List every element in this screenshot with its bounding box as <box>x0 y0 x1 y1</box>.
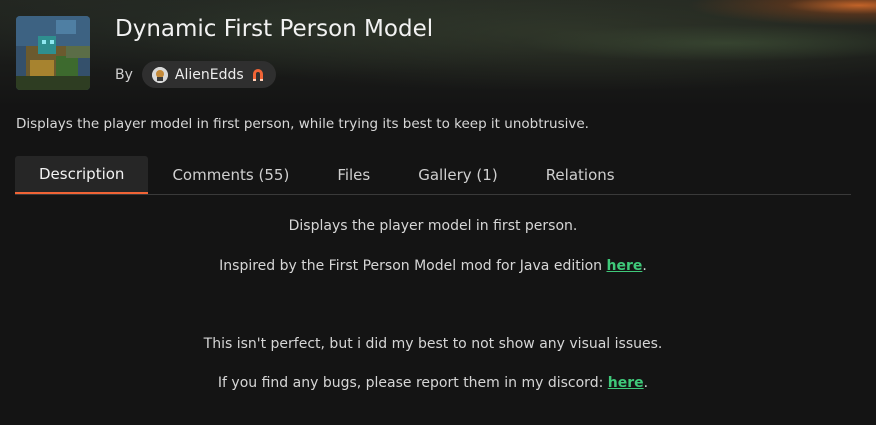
discord-link[interactable]: here <box>608 375 644 391</box>
tab-files[interactable]: Files <box>313 156 394 194</box>
description-text: Inspired by the First Person Model mod f… <box>219 258 607 274</box>
description-line: Inspired by the First Person Model mod f… <box>15 256 851 276</box>
tab-bar: Description Comments (55) Files Gallery … <box>15 156 851 195</box>
project-thumbnail[interactable] <box>16 16 90 90</box>
description-line: Displays the player model in first perso… <box>288 218 578 234</box>
author-chip[interactable]: AlienEdds <box>141 61 276 88</box>
description-line: If you find any bugs, please report them… <box>15 373 851 393</box>
tab-description[interactable]: Description <box>15 156 149 194</box>
description-text: . <box>643 375 649 391</box>
project-title: Dynamic First Person Model <box>115 16 434 42</box>
description-text: If you find any bugs, please report them… <box>217 375 608 391</box>
java-mod-link[interactable]: here <box>607 258 643 274</box>
tab-gallery[interactable]: Gallery (1) <box>394 156 521 194</box>
description-text: . <box>642 258 647 274</box>
by-label: By <box>115 66 133 83</box>
tab-relations[interactable]: Relations <box>522 156 639 194</box>
description-line: This isn't perfect, but i did my best to… <box>203 336 663 352</box>
byline: By AlienEdds <box>115 61 276 88</box>
tab-comments[interactable]: Comments (55) <box>148 156 313 194</box>
project-summary: Displays the player model in first perso… <box>16 116 589 132</box>
magnet-icon <box>250 67 266 83</box>
avatar <box>151 66 168 83</box>
author-name: AlienEdds <box>174 66 244 83</box>
project-page: Dynamic First Person Model By AlienEdds <box>0 0 876 425</box>
